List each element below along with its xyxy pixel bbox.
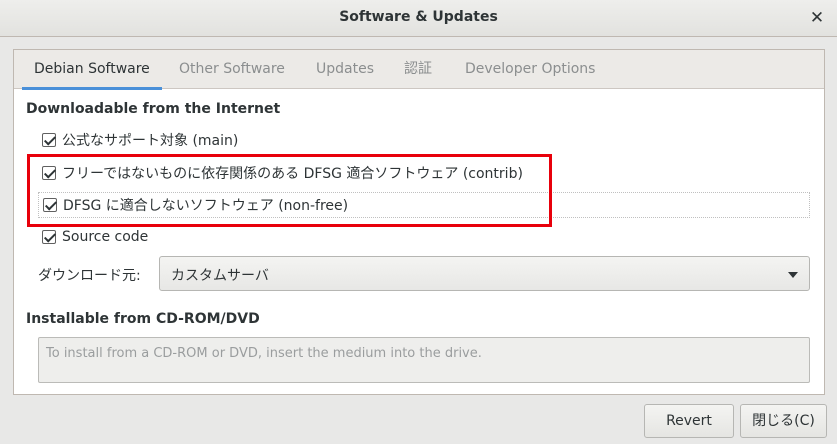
component-non-free-label: DFSG に適合しないソフトウェア (non-free) bbox=[63, 198, 349, 214]
internet-section-heading: Downloadable from the Internet bbox=[26, 101, 281, 117]
checkbox-checked-icon[interactable] bbox=[42, 166, 56, 180]
source-code-checkbox[interactable]: Source code bbox=[42, 224, 148, 250]
component-main-label: 公式なサポート対象 (main) bbox=[62, 133, 239, 149]
checkbox-checked-icon[interactable] bbox=[43, 198, 57, 212]
checkbox-checked-icon[interactable] bbox=[42, 133, 56, 147]
tab-bar: Debian Software Other Software Updates 認… bbox=[14, 50, 824, 90]
component-non-free-checkbox[interactable]: DFSG に適合しないソフトウェア (non-free) bbox=[38, 192, 810, 218]
tab-other-software[interactable]: Other Software bbox=[179, 50, 285, 89]
source-code-label: Source code bbox=[62, 229, 149, 245]
download-from-label: ダウンロード元: bbox=[38, 268, 141, 284]
cdrom-placeholder-text: To install from a CD-ROM or DVD, insert … bbox=[46, 346, 482, 361]
tab-updates[interactable]: Updates bbox=[316, 50, 374, 89]
checkbox-checked-icon[interactable] bbox=[42, 230, 56, 244]
revert-button[interactable]: Revert bbox=[644, 404, 734, 438]
window-title: Software & Updates bbox=[339, 9, 498, 25]
close-icon[interactable]: ✕ bbox=[809, 8, 825, 28]
download-server-combobox[interactable]: カスタムサーバ bbox=[159, 256, 810, 291]
component-contrib-label: フリーではないものに依存関係のある DFSG 適合ソフトウェア (contrib… bbox=[62, 166, 523, 182]
component-contrib-checkbox[interactable]: フリーではないものに依存関係のある DFSG 適合ソフトウェア (contrib… bbox=[42, 160, 523, 186]
cdrom-list: To install from a CD-ROM or DVD, insert … bbox=[38, 337, 810, 383]
tab-developer-options[interactable]: Developer Options bbox=[465, 50, 595, 89]
cdrom-section-heading: Installable from CD-ROM/DVD bbox=[26, 311, 260, 327]
dropdown-arrow-icon bbox=[788, 272, 798, 278]
component-main-checkbox[interactable]: 公式なサポート対象 (main) bbox=[42, 127, 238, 153]
tab-authentication[interactable]: 認証 bbox=[404, 50, 432, 89]
download-server-value: カスタムサーバ bbox=[171, 268, 269, 284]
tab-debian-software[interactable]: Debian Software bbox=[22, 50, 162, 90]
close-button[interactable]: 閉じる(C) bbox=[740, 404, 827, 438]
title-bar: Software & Updates ✕ bbox=[0, 0, 837, 37]
